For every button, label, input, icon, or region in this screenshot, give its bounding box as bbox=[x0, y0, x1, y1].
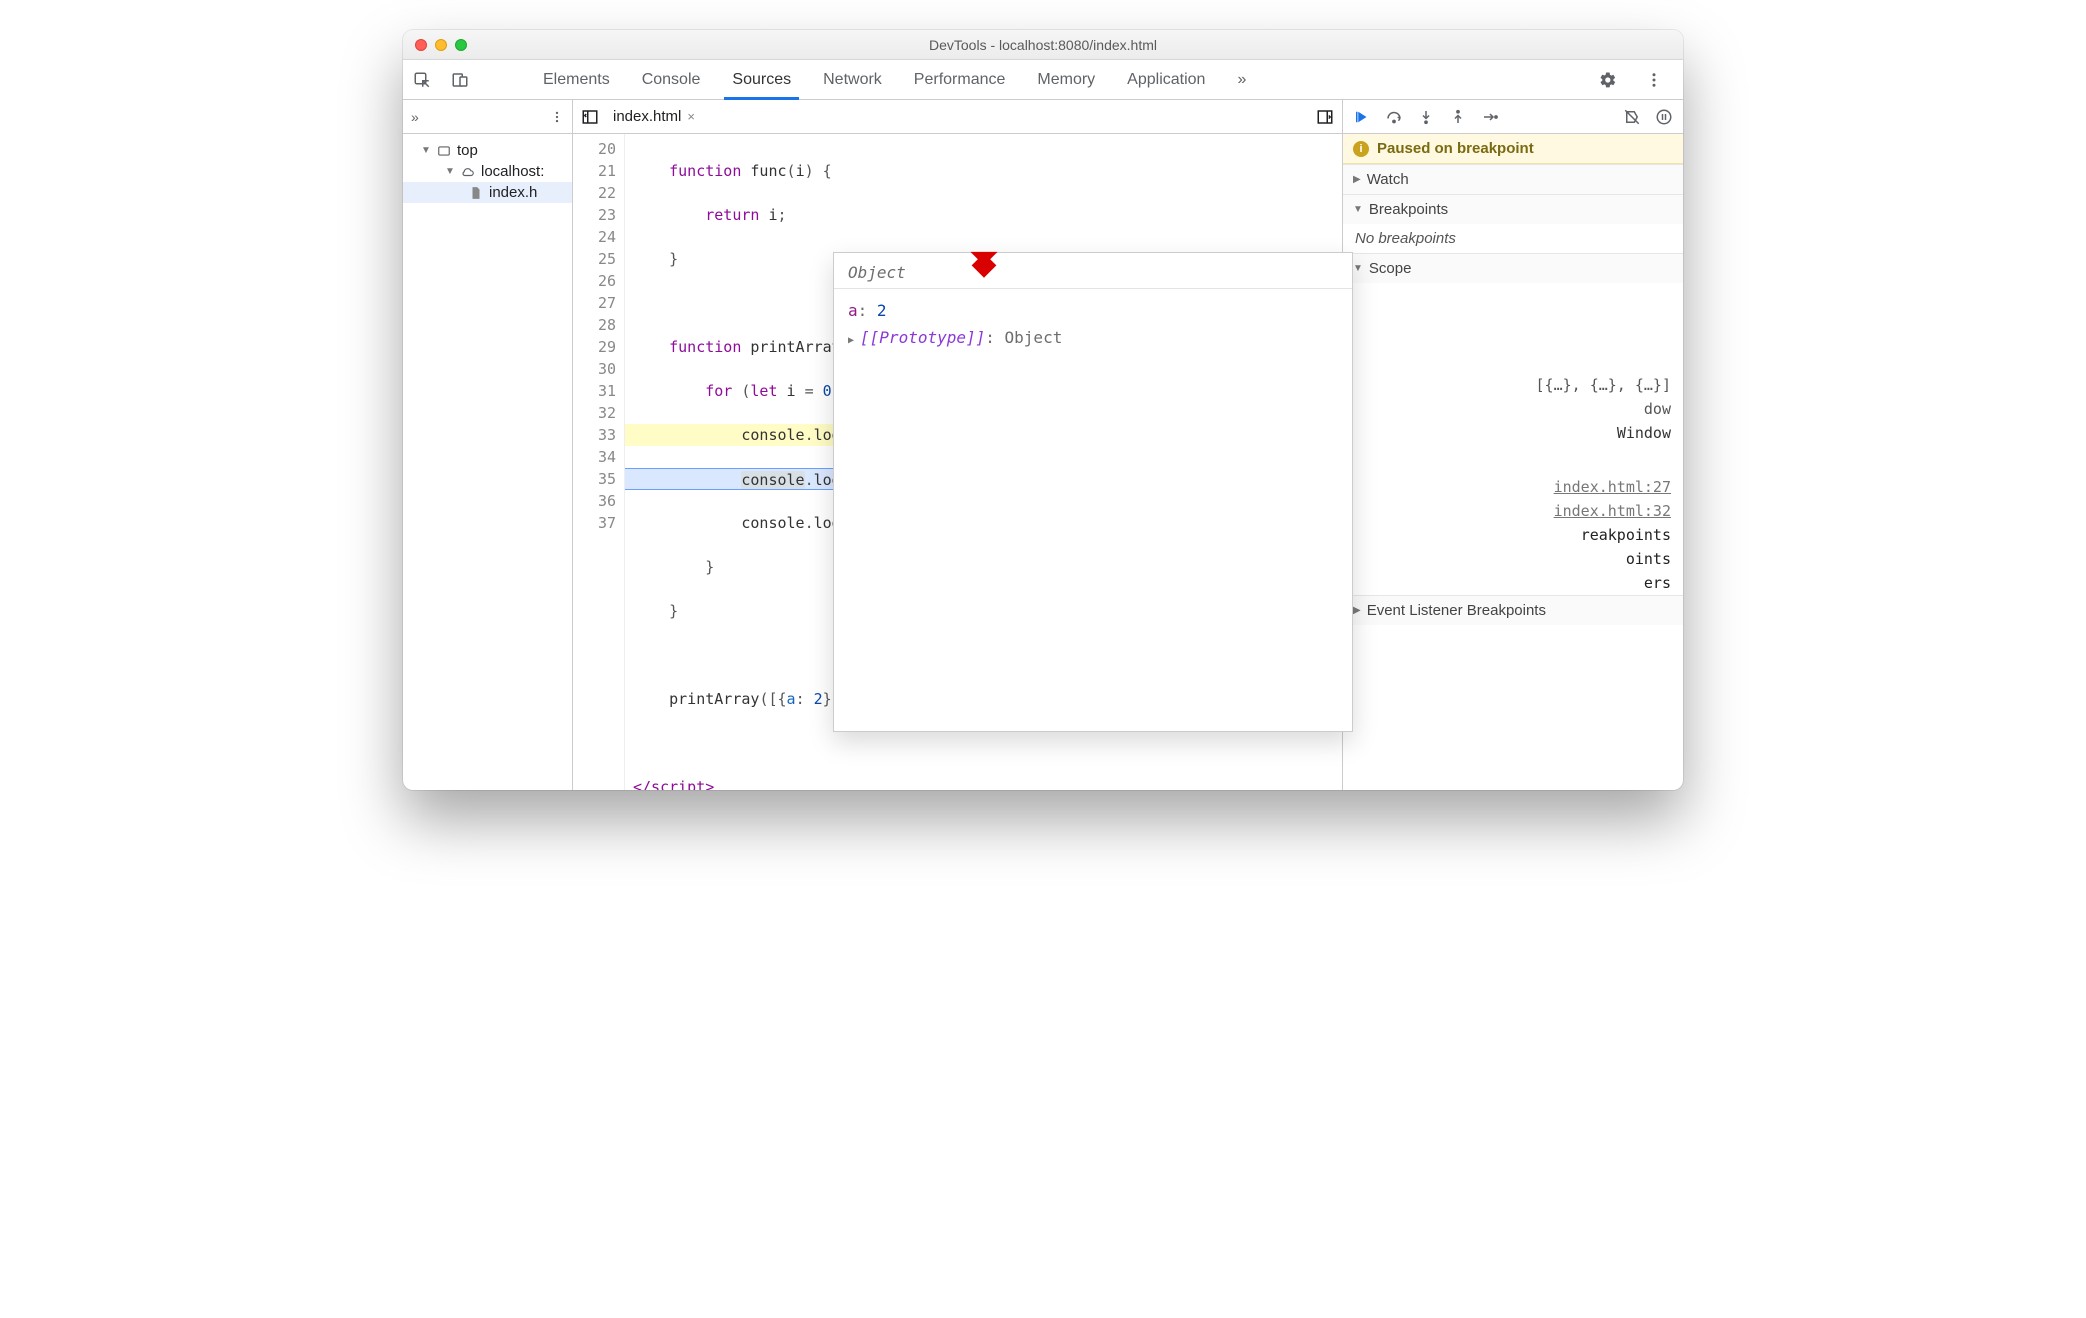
disclosure-icon: ▼ bbox=[1353, 263, 1363, 274]
scope-partial-row[interactable]: reakpoints bbox=[1343, 523, 1683, 547]
scope-pane-body: [{…}, {…}, {…}] dow Window index.html:27… bbox=[1343, 283, 1683, 595]
scope-value: [{…}, {…}, {…}] bbox=[1536, 376, 1671, 394]
navigator-toolbar: » bbox=[403, 100, 572, 134]
inspect-element-icon[interactable] bbox=[403, 60, 441, 99]
show-navigator-icon[interactable] bbox=[581, 108, 599, 126]
navigator-tree[interactable]: ▼ top ▼ localhost: bbox=[403, 134, 572, 203]
pause-on-exceptions-icon[interactable] bbox=[1655, 108, 1673, 126]
tree-file-index-html[interactable]: index.h bbox=[403, 182, 572, 203]
disclosure-icon: ▶ bbox=[1353, 174, 1361, 185]
device-toolbar-icon[interactable] bbox=[441, 60, 479, 99]
navigator-overflow-button[interactable]: » bbox=[411, 109, 419, 125]
debugger-panel: i Paused on breakpoint ▶ Watch ▼ Breakpo… bbox=[1343, 100, 1683, 790]
tab-application[interactable]: Application bbox=[1111, 60, 1221, 99]
debugger-toolbar bbox=[1343, 100, 1683, 134]
breakpoints-empty-text: No breakpoints bbox=[1343, 224, 1683, 253]
devtools-tabbar: Elements Console Sources Network Perform… bbox=[403, 60, 1683, 100]
tab-memory[interactable]: Memory bbox=[1021, 60, 1111, 99]
disclosure-icon: ▶ bbox=[1353, 605, 1361, 616]
disclosure-icon: ▼ bbox=[445, 166, 455, 177]
hover-popup-body: a: 2 ▶[[Prototype]]: Object bbox=[834, 289, 1352, 359]
hover-property-row[interactable]: a: 2 bbox=[848, 297, 1338, 324]
disclosure-icon: ▶ bbox=[848, 335, 854, 346]
tab-elements[interactable]: Elements bbox=[527, 60, 626, 99]
hover-proto-label: [[Prototype]] bbox=[860, 328, 985, 347]
scope-partial-row[interactable]: oints bbox=[1343, 547, 1683, 571]
step-over-icon[interactable] bbox=[1385, 108, 1403, 126]
hover-prototype-row[interactable]: ▶[[Prototype]]: Object bbox=[848, 324, 1338, 351]
frame-icon bbox=[437, 144, 451, 158]
editor-tab-label: index.html bbox=[613, 108, 681, 125]
disclosure-icon: ▼ bbox=[1353, 204, 1363, 215]
line-gutter: 202122232425262728293031323334353637 bbox=[573, 134, 625, 790]
breakpoints-pane-header[interactable]: ▼ Breakpoints bbox=[1343, 194, 1683, 224]
tree-label: localhost: bbox=[481, 163, 544, 180]
scope-value: dow bbox=[1644, 400, 1671, 418]
scope-row[interactable]: dow bbox=[1343, 397, 1683, 421]
value-hover-popup[interactable]: Object a: 2 ▶[[Prototype]]: Object bbox=[833, 252, 1353, 732]
info-icon: i bbox=[1353, 141, 1369, 157]
tree-origin[interactable]: ▼ localhost: bbox=[403, 161, 572, 182]
file-icon bbox=[469, 186, 483, 200]
pane-title: Event Listener Breakpoints bbox=[1367, 602, 1546, 619]
pane-title: Breakpoints bbox=[1369, 201, 1448, 218]
scope-pane-header[interactable]: ▼ Scope bbox=[1343, 253, 1683, 283]
editor-tabbar: index.html × bbox=[573, 100, 1342, 134]
pane-title: Scope bbox=[1369, 260, 1412, 277]
event-listener-breakpoints-header[interactable]: ▶ Event Listener Breakpoints bbox=[1343, 595, 1683, 625]
pane-title: Watch bbox=[1367, 171, 1409, 188]
more-menu-icon[interactable] bbox=[1635, 71, 1673, 89]
scope-row[interactable]: Window bbox=[1343, 421, 1683, 445]
step-into-icon[interactable] bbox=[1417, 108, 1435, 126]
tab-sources[interactable]: Sources bbox=[716, 60, 807, 99]
cloud-icon bbox=[461, 165, 475, 179]
deactivate-breakpoints-icon[interactable] bbox=[1623, 108, 1641, 126]
tab-console[interactable]: Console bbox=[626, 60, 717, 99]
scope-partial-row[interactable]: ers bbox=[1343, 571, 1683, 595]
callframe-link[interactable]: index.html:32 bbox=[1343, 499, 1683, 523]
hover-key: a bbox=[848, 301, 858, 320]
scope-value: Window bbox=[1617, 424, 1671, 442]
navigator-more-icon[interactable] bbox=[550, 110, 564, 124]
devtools-tabbar-right bbox=[1589, 60, 1683, 99]
tree-label: top bbox=[457, 142, 478, 159]
editor-tab-index-html[interactable]: index.html × bbox=[607, 104, 701, 129]
disclosure-icon: ▼ bbox=[421, 145, 431, 156]
tree-label: index.h bbox=[489, 184, 537, 201]
paused-banner-text: Paused on breakpoint bbox=[1377, 140, 1534, 157]
tab-network[interactable]: Network bbox=[807, 60, 898, 99]
tabs-overflow-button[interactable]: » bbox=[1221, 60, 1262, 99]
navigator-panel: » ▼ top ▼ localhost: bbox=[403, 100, 573, 790]
window-title: DevTools - localhost:8080/index.html bbox=[403, 37, 1683, 53]
resume-icon[interactable] bbox=[1353, 108, 1371, 126]
tree-top-frame[interactable]: ▼ top bbox=[403, 140, 572, 161]
settings-icon[interactable] bbox=[1589, 71, 1627, 89]
scope-row[interactable]: [{…}, {…}, {…}] bbox=[1343, 373, 1683, 397]
hover-value: 2 bbox=[877, 301, 887, 320]
step-icon[interactable] bbox=[1481, 108, 1499, 126]
devtools-window: DevTools - localhost:8080/index.html Ele… bbox=[403, 30, 1683, 790]
step-out-icon[interactable] bbox=[1449, 108, 1467, 126]
show-debugger-icon[interactable] bbox=[1316, 108, 1334, 126]
watch-pane-header[interactable]: ▶ Watch bbox=[1343, 164, 1683, 194]
hover-proto-value: Object bbox=[1005, 328, 1063, 347]
callframe-link[interactable]: index.html:27 bbox=[1343, 475, 1683, 499]
hover-popup-title: Object bbox=[834, 253, 1352, 289]
titlebar: DevTools - localhost:8080/index.html bbox=[403, 30, 1683, 60]
devtools-tabs: Elements Console Sources Network Perform… bbox=[507, 60, 1262, 99]
close-tab-icon[interactable]: × bbox=[687, 109, 695, 124]
paused-banner: i Paused on breakpoint bbox=[1343, 134, 1683, 164]
tab-performance[interactable]: Performance bbox=[898, 60, 1022, 99]
